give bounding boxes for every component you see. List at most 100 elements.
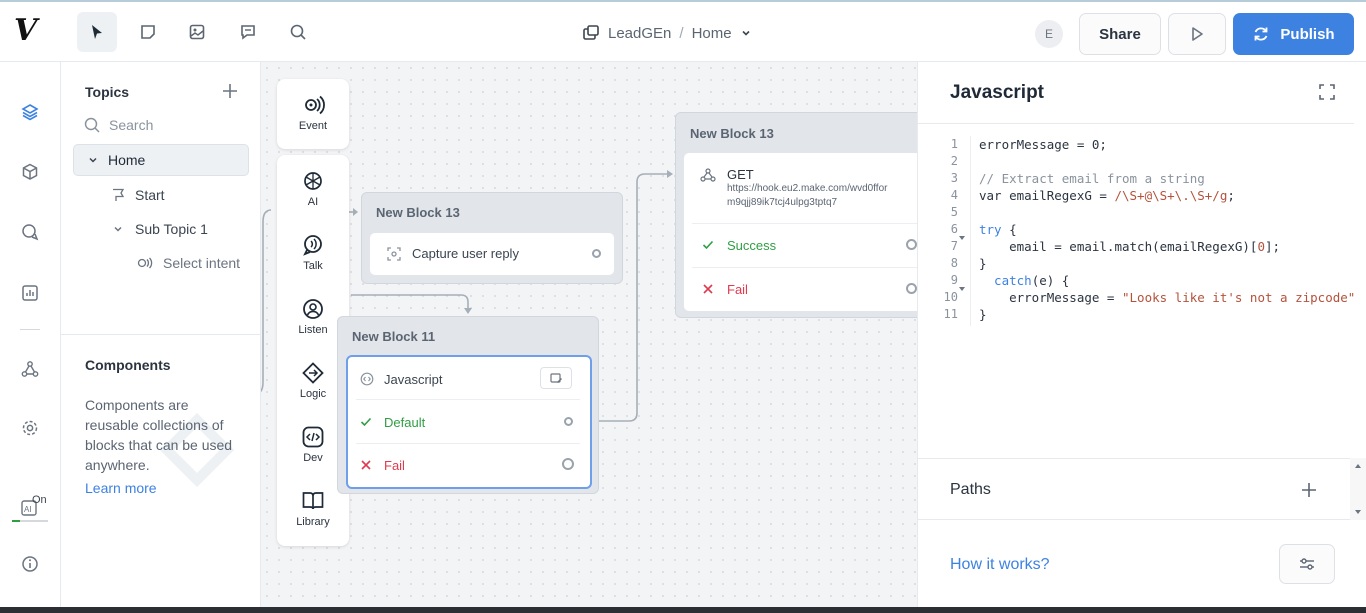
step-capture-user-reply[interactable]: Capture user reply: [370, 233, 614, 275]
ai-toggle-track: [12, 520, 48, 522]
taskbar-strip: [0, 607, 1366, 613]
rail-layers-button[interactable]: [18, 100, 42, 124]
flow-canvas[interactable]: Event AI Talk Listen Logic Dev Library N…: [261, 62, 917, 607]
expand-button[interactable]: [1318, 83, 1336, 101]
code-line-10: errorMessage = "Looks like it's not a zi…: [979, 290, 1354, 305]
analytics-icon: [22, 285, 38, 301]
topic-sub-topic-1[interactable]: Sub Topic 1: [113, 213, 208, 245]
step-edit-button[interactable]: [540, 367, 572, 389]
step-label: Javascript: [384, 372, 443, 387]
rail-components-button[interactable]: [18, 160, 42, 184]
topic-label: Select intent: [163, 255, 241, 271]
code-circle-icon: [360, 372, 374, 386]
block-new-block-11[interactable]: New Block 11 Javascript Default Fail: [337, 316, 599, 494]
palette-event[interactable]: Event: [277, 79, 349, 149]
gutter-divider: [970, 136, 971, 326]
step-javascript[interactable]: Javascript Default Fail: [346, 355, 592, 489]
code-line-1: errorMessage = 0;: [979, 137, 1107, 152]
palette-item-library[interactable]: Library: [277, 489, 349, 528]
chevron-down-icon[interactable]: [740, 27, 752, 39]
rail-info-button[interactable]: [18, 552, 42, 576]
app-logo[interactable]: V: [14, 14, 50, 50]
topic-label: Home: [108, 152, 146, 168]
close-icon: [703, 284, 713, 294]
palette-label: Logic: [299, 388, 327, 400]
note-tool-button[interactable]: [128, 12, 168, 52]
help-settings-button[interactable]: [1279, 544, 1335, 584]
path-fail[interactable]: Fail: [348, 445, 590, 485]
comment-tool-button[interactable]: [228, 12, 268, 52]
chevron-down-icon[interactable]: [113, 224, 123, 234]
code-line-3: // Extract email from a string: [979, 171, 1205, 186]
palette-item-talk[interactable]: Talk: [277, 233, 349, 272]
left-rail: AI On: [0, 62, 61, 613]
step-port[interactable]: [592, 249, 601, 258]
row-divider: [356, 443, 580, 444]
rail-settings-button[interactable]: [18, 416, 42, 440]
fold-arrow-icon[interactable]: [958, 285, 966, 293]
chevron-down-icon[interactable]: [88, 155, 98, 165]
block-new-block-13-capture[interactable]: New Block 13 Capture user reply: [361, 192, 623, 284]
topics-search[interactable]: Search: [83, 114, 243, 136]
step-api-request[interactable]: GET https://hook.eu2.make.com/wvd0ffor m…: [684, 153, 917, 311]
ai-toggle[interactable]: AI On: [12, 494, 52, 522]
image-tool-button[interactable]: [177, 12, 217, 52]
panel-divider: [61, 334, 260, 335]
sliders-icon: [1300, 558, 1314, 570]
run-button[interactable]: [1168, 13, 1226, 55]
path-success[interactable]: Success: [684, 225, 917, 265]
code-line-4: var emailRegexG = /\S+@\S+\.\S+/g;: [979, 188, 1235, 203]
path-default[interactable]: Default: [348, 402, 590, 442]
plus-icon: [223, 84, 237, 98]
path-fail[interactable]: Fail: [684, 269, 917, 309]
path-port[interactable]: [906, 283, 917, 294]
plus-icon: [1302, 483, 1316, 497]
path-port[interactable]: [564, 417, 573, 426]
api-url-line-1: https://hook.eu2.make.com/wvd0ffor: [727, 183, 888, 194]
paths-section: Paths: [918, 458, 1350, 520]
row-divider: [356, 399, 580, 400]
scroll-down-icon[interactable]: [1354, 508, 1362, 516]
rail-integrations-button[interactable]: [18, 357, 42, 381]
learn-more-link[interactable]: Learn more: [85, 480, 157, 496]
how-it-works-link[interactable]: How it works?: [950, 556, 1050, 574]
topic-home[interactable]: Home: [73, 144, 249, 176]
select-tool-button[interactable]: [77, 12, 117, 52]
breadcrumb-project[interactable]: LeadGEn: [608, 25, 671, 42]
code-content[interactable]: errorMessage = 0; // Extract email from …: [979, 136, 1354, 323]
add-topic-button[interactable]: [221, 82, 239, 100]
cursor-icon: [92, 25, 102, 39]
code-editor[interactable]: 1 2 3 4 5 6 7 8 9 10 11 errorMessage = 0…: [918, 123, 1354, 458]
topic-start[interactable]: Start: [111, 179, 165, 211]
path-port[interactable]: [562, 458, 574, 470]
add-path-button[interactable]: [1300, 481, 1318, 499]
path-label: Fail: [384, 458, 405, 473]
ai-toggle-label: On: [32, 494, 47, 506]
fold-arrow-icon[interactable]: [958, 234, 966, 242]
scroll-up-icon[interactable]: [1354, 462, 1362, 470]
ai-sparkle-icon: [304, 172, 322, 190]
share-button[interactable]: Share: [1079, 13, 1161, 55]
step-javascript-header[interactable]: Javascript: [348, 359, 590, 399]
palette-item-ai[interactable]: AI: [277, 169, 349, 208]
block-new-block-13-api[interactable]: New Block 13 GET https://hook.eu2.make.c…: [675, 112, 917, 318]
search-input[interactable]: Search: [109, 117, 153, 133]
components-description: Components are reusable collections of b…: [85, 397, 233, 473]
rail-analytics-button[interactable]: [18, 281, 42, 305]
avatar[interactable]: E: [1035, 20, 1063, 48]
breadcrumb-page[interactable]: Home: [692, 25, 732, 42]
editor-panel-title: Javascript: [950, 82, 1045, 103]
path-port[interactable]: [906, 239, 917, 250]
publish-button[interactable]: Publish: [1233, 13, 1354, 55]
palette-label: Listen: [298, 324, 328, 336]
topic-select-intent[interactable]: Select intent: [137, 247, 240, 279]
svg-text:AI: AI: [24, 505, 32, 514]
code-line-11: }: [979, 307, 987, 322]
panel-vertical-scrollbar[interactable]: [1350, 458, 1366, 520]
breadcrumb: LeadGEn / Home: [582, 22, 752, 44]
rail-conversations-button[interactable]: [18, 220, 42, 244]
search-tool-button[interactable]: [278, 12, 318, 52]
topics-panel: Topics Search Home Start Sub Topic 1 Sel…: [61, 62, 261, 613]
palette-item-event[interactable]: Event: [277, 93, 349, 132]
comment-icon: [241, 25, 255, 40]
